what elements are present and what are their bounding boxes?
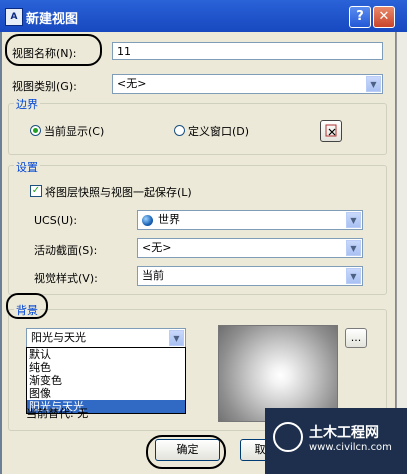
help-button[interactable]: ? (349, 6, 371, 28)
save-layer-snapshot-label[interactable]: 将图层快照与视图一起保存(L) (45, 184, 192, 200)
define-window-label[interactable]: 定义窗口(D) (188, 123, 249, 139)
section-label: 活动截面(S): (34, 244, 98, 257)
override-text: 当前替代: 无 (26, 407, 89, 420)
chevron-down-icon: ▼ (346, 240, 361, 256)
watermark-brand: 土木工程网 (309, 425, 379, 441)
view-category-label: 视图类别(G): (12, 80, 77, 93)
watermark-url: www.civilcn.com (309, 442, 392, 453)
background-selected-value: 阳光与天光 (31, 331, 86, 344)
app-icon: A (5, 8, 23, 26)
window-title: 新建视图 (26, 12, 79, 27)
view-category-select[interactable]: <无> ▼ (112, 74, 383, 94)
ucs-label: UCS(U): (34, 214, 78, 227)
ink-circle-name (5, 34, 102, 66)
list-item[interactable]: 默认 (27, 348, 185, 361)
save-layer-snapshot-checkbox[interactable]: ✓ (30, 185, 42, 197)
view-name-input[interactable]: 11 (112, 42, 383, 60)
visual-style-label: 视觉样式(V): (34, 272, 98, 285)
chevron-down-icon: ▼ (366, 76, 381, 92)
globe-icon (142, 215, 153, 226)
pick-window-icon (325, 124, 337, 137)
list-item[interactable]: 渐变色 (27, 374, 185, 387)
pick-window-button[interactable] (320, 120, 342, 142)
section-value: <无> (142, 241, 172, 254)
ink-circle-ok (146, 435, 226, 469)
background-select[interactable]: 阳光与天光 ▼ (26, 328, 186, 348)
list-item[interactable]: 图像 (27, 387, 185, 400)
chevron-down-icon: ▼ (346, 268, 361, 284)
current-display-radio[interactable] (30, 125, 41, 136)
boundary-title: 边界 (14, 96, 40, 112)
background-dropdown-list: 默认 纯色 渐变色 图像 阳光与天光 (26, 347, 186, 414)
chevron-down-icon: ▼ (346, 212, 361, 228)
visual-style-value: 当前 (142, 269, 164, 282)
visual-style-select[interactable]: 当前 ▼ (137, 266, 363, 286)
view-category-value: <无> (117, 77, 147, 90)
list-item[interactable]: 纯色 (27, 361, 185, 374)
settings-title: 设置 (14, 159, 40, 175)
chevron-down-icon: ▼ (169, 330, 184, 346)
browse-button[interactable]: ... (345, 328, 367, 348)
watermark-logo-icon (273, 422, 303, 452)
watermark: 土木工程网 www.civilcn.com (265, 408, 407, 474)
define-window-radio[interactable] (174, 125, 185, 136)
ucs-select[interactable]: 世界 ▼ (137, 210, 363, 230)
current-display-label[interactable]: 当前显示(C) (44, 123, 104, 139)
section-select[interactable]: <无> ▼ (137, 238, 363, 258)
ink-circle-background (6, 293, 48, 319)
close-button[interactable]: ✕ (373, 6, 395, 28)
